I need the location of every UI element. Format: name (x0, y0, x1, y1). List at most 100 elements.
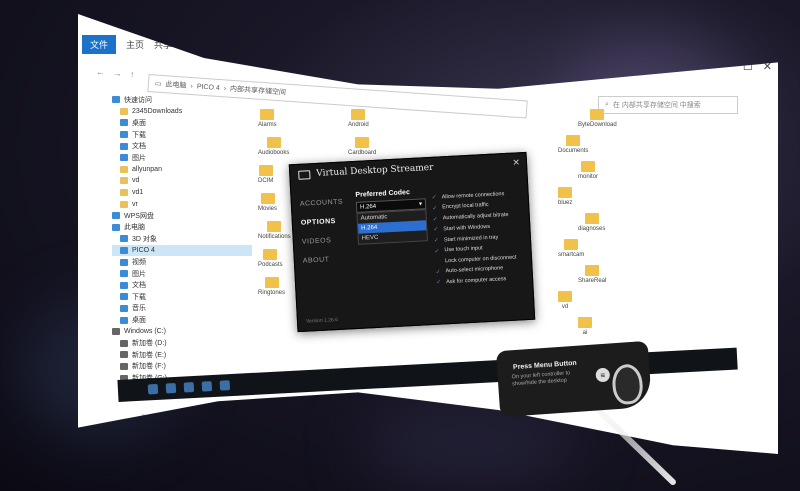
option-checkbox[interactable]: ✓ Automatically adjust bitrate (433, 211, 525, 222)
file-item[interactable]: bluez (558, 187, 572, 206)
nav-item-label: Windows (C:) (124, 328, 167, 336)
file-label: ai (582, 330, 588, 336)
file-item[interactable]: Cardboard (348, 137, 376, 156)
file-item[interactable]: Audiobooks (258, 137, 289, 156)
nav-item-label: vd (132, 177, 140, 185)
nav-item[interactable]: vd1 (112, 187, 252, 199)
taskbar-app-icon[interactable] (201, 381, 213, 392)
taskbar-app-icon[interactable] (219, 380, 231, 391)
nav-item[interactable]: 桌面 (112, 117, 252, 129)
folder-icon (267, 221, 282, 232)
option-checkbox[interactable]: ✓ Ask for computer access (436, 274, 528, 286)
close-icon[interactable]: ✕ (512, 157, 520, 168)
option-checkbox[interactable]: Lock computer on disconnect (435, 254, 527, 265)
option-checkbox[interactable]: ✓ Start with Windows (433, 221, 525, 233)
nav-item[interactable]: 文档 (112, 280, 252, 292)
folder-icon (355, 137, 370, 148)
file-item[interactable]: smartcam (558, 239, 584, 258)
nav-item[interactable]: 下载 (112, 291, 252, 303)
codec-option[interactable]: HEVC (358, 230, 426, 244)
codec-selected-value: H.264 (359, 203, 377, 211)
back-arrow-icon[interactable]: ← (96, 67, 106, 78)
taskbar-app-icon[interactable] (165, 382, 177, 394)
music-icon (120, 304, 128, 312)
folder-icon (590, 109, 605, 120)
options-checklist: ✓ Allow remote connections ✓ Encrypt local … (432, 189, 529, 287)
start-icon[interactable] (147, 383, 159, 395)
nav-item[interactable]: allyunpan (112, 164, 252, 176)
nav-item[interactable]: 图片 (112, 152, 252, 164)
file-item[interactable]: ByteDownload (578, 109, 617, 128)
option-checkbox[interactable]: ✓ Start minimized in tray (434, 232, 526, 244)
desktop-icon (120, 316, 128, 324)
nav-item-label: 音乐 (132, 305, 146, 313)
nav-item-label: 新加卷 (E:) (132, 351, 167, 359)
menu-about[interactable]: ABOUT (303, 255, 347, 264)
file-item[interactable]: Documents (558, 135, 588, 154)
nav-item[interactable]: 视频 (112, 256, 252, 268)
folder-icon (120, 177, 128, 185)
nav-item[interactable]: 新加卷 (F:) (112, 361, 252, 373)
nav-item[interactable]: 文档 (112, 140, 252, 152)
file-label: Audiobooks (258, 150, 290, 156)
option-checkbox[interactable]: ✓ Encrypt local traffic (432, 200, 524, 211)
codec-dropdown-list: Automatic H.264 HEVC (356, 209, 428, 245)
nav-item[interactable]: 3D 对象 (112, 233, 252, 245)
option-checkbox[interactable]: ✓ Auto-select microphone (435, 264, 527, 275)
file-item[interactable]: Alarms (258, 109, 277, 128)
nav-item[interactable]: 图片 (112, 268, 252, 280)
file-item[interactable]: diagnoses (578, 213, 605, 232)
tab-home[interactable]: 主页 (126, 38, 144, 51)
nav-item[interactable]: 此电脑 (112, 222, 252, 234)
tab-file[interactable]: 文件 (82, 34, 117, 54)
nav-item[interactable]: vd (112, 175, 252, 187)
folder-icon (578, 317, 592, 328)
option-label: Automatically adjust bitrate (442, 212, 509, 222)
computer-icon (112, 223, 120, 231)
nav-item-label: 新加卷 (D:) (132, 340, 167, 348)
nav-item-label: vd1 (132, 189, 144, 197)
menu-videos[interactable]: VIDEOS (302, 237, 346, 246)
menu-accounts[interactable]: ACCOUNTS (300, 199, 344, 208)
breadcrumb-this-pc[interactable]: 此电脑 (165, 79, 187, 90)
file-item[interactable]: Movies (258, 193, 277, 212)
nav-item[interactable]: 2345Downloads (112, 106, 252, 118)
file-label: monitor (578, 174, 599, 180)
breadcrumb-pico4[interactable]: PICO 4 (197, 83, 220, 92)
file-label: Movies (258, 206, 278, 212)
file-item[interactable]: Android (348, 109, 369, 128)
nav-item[interactable]: 新加卷 (D:) (112, 337, 252, 349)
nav-item[interactable]: PICO 4 (112, 244, 252, 257)
file-item[interactable]: Notifications (258, 221, 291, 240)
drive-icon (120, 339, 128, 347)
checkmark-icon: ✓ (433, 226, 439, 234)
file-item[interactable]: Podcasts (258, 249, 283, 268)
nav-item[interactable]: Windows (C:) (112, 326, 252, 338)
nav-item[interactable]: 音乐 (112, 303, 252, 315)
checkmark-icon: ✓ (433, 237, 440, 245)
forward-arrow-icon[interactable]: → (113, 68, 123, 79)
nav-item[interactable]: 下载 (112, 129, 252, 141)
file-item[interactable]: Ringtones (258, 277, 285, 296)
folder-icon (581, 161, 595, 172)
nav-item-label: 下载 (132, 131, 146, 139)
file-item[interactable]: vd (558, 291, 572, 310)
file-item[interactable]: DCIM (258, 165, 273, 184)
nav-item[interactable]: 快速访问 (112, 94, 252, 106)
nav-item[interactable]: WPS网盘 (112, 210, 252, 222)
nav-item[interactable]: vr (112, 198, 252, 210)
picture-icon (120, 154, 128, 162)
nav-item[interactable]: 新加卷 (E:) (112, 349, 252, 361)
taskbar-app-icon[interactable] (183, 382, 195, 393)
option-checkbox[interactable]: ✓ Use touch input (434, 243, 526, 255)
drive-icon (120, 351, 128, 359)
nav-item-label: 此电脑 (124, 224, 145, 232)
nav-item[interactable]: 桌面 (112, 314, 252, 326)
menu-options[interactable]: OPTIONS (301, 218, 345, 227)
file-item[interactable]: ai (578, 317, 592, 336)
file-item[interactable]: monitor (578, 161, 598, 180)
option-checkbox[interactable]: ✓ Allow remote connections (432, 189, 524, 201)
file-item[interactable]: ShareReal (578, 265, 606, 284)
folder-icon (260, 193, 275, 204)
up-arrow-icon[interactable]: ↑ (130, 69, 135, 79)
